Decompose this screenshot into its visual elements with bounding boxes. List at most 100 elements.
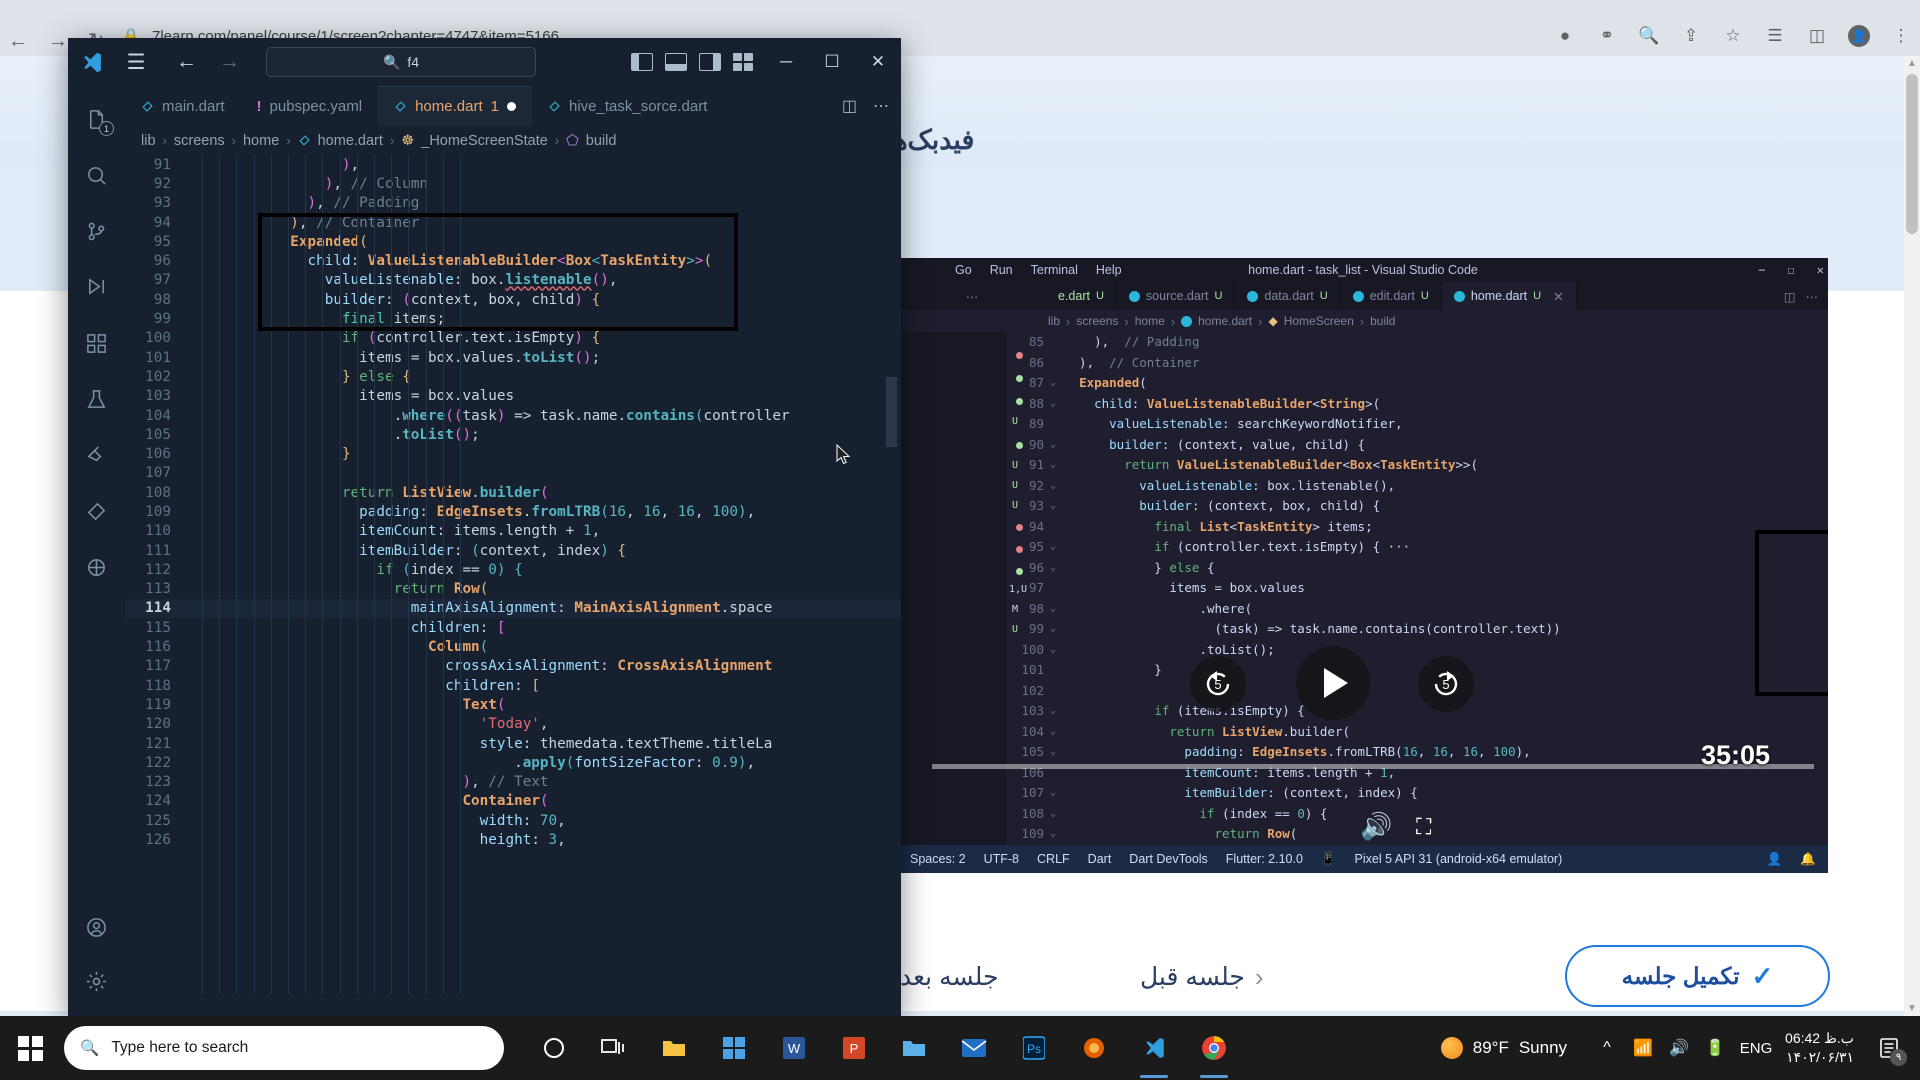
inner-code-line[interactable]: 101 }: [1006, 660, 1828, 681]
search-input[interactable]: 🔍 Type here to search: [64, 1026, 504, 1070]
fold-chevron-icon[interactable]: ⌄: [1050, 496, 1064, 517]
inner-status-encoding[interactable]: UTF-8: [984, 852, 1019, 866]
code-line[interactable]: 126 height: 3,: [125, 830, 901, 849]
inner-bc-0[interactable]: lib: [1048, 314, 1060, 328]
inner-code-line[interactable]: 105 ⌄ padding: EdgeInsets.fromLTRB(16, 16…: [1006, 742, 1828, 763]
back-arrow-icon[interactable]: ←: [8, 31, 28, 51]
inner-bc-2[interactable]: home: [1135, 314, 1165, 328]
inner-code-line[interactable]: 94 final List<TaskEntity> items;: [1006, 517, 1828, 538]
inner-code-line[interactable]: 92 ⌄ valueListenable: box.listenable(),: [1006, 476, 1828, 497]
code-line[interactable]: 110 itemCount: items.length + 1,: [125, 522, 901, 541]
show-hidden-icons-icon[interactable]: ^: [1589, 1016, 1625, 1080]
code-editor[interactable]: 91 ), 92 ), // Column 93 ), // Padding 94 )…: [125, 155, 901, 994]
code-line[interactable]: 103 items = box.values: [125, 387, 901, 406]
code-line[interactable]: 99 final items;: [125, 309, 901, 328]
code-line[interactable]: 108 return ListView.builder(: [125, 483, 901, 502]
code-line[interactable]: 117 crossAxisAlignment: CrossAxisAlignme…: [125, 657, 901, 676]
code-line[interactable]: 106 }: [125, 444, 901, 463]
tab-pubspec-yaml[interactable]: ! pubspec.yaml: [241, 86, 379, 126]
split-editor-icon[interactable]: ◫: [842, 96, 857, 116]
inner-menu-run[interactable]: Run: [981, 263, 1022, 277]
vscode-icon[interactable]: [1124, 1016, 1184, 1080]
inner-code-line[interactable]: 107 ⌄ itemBuilder: (context, index) {: [1006, 783, 1828, 804]
inner-status-spaces[interactable]: Spaces: 2: [910, 852, 966, 866]
code-line[interactable]: 123 ), // Text: [125, 773, 901, 792]
microsoft-store-icon[interactable]: [704, 1016, 764, 1080]
fold-chevron-icon[interactable]: ⌄: [1050, 722, 1064, 743]
folder-icon[interactable]: [884, 1016, 944, 1080]
fold-chevron-icon[interactable]: ⌄: [1050, 804, 1064, 825]
inner-more-actions-icon[interactable]: ⋯: [1806, 289, 1829, 304]
code-line[interactable]: 97 valueListenable: box.listenable(),: [125, 271, 901, 290]
inner-status-device[interactable]: Pixel 5 API 31 (android-x64 emulator): [1355, 852, 1563, 866]
inner-code-line[interactable]: 102: [1006, 681, 1828, 702]
prev-session-button[interactable]: جلسه قبل ›: [1140, 955, 1263, 999]
search-icon[interactable]: [68, 150, 125, 200]
code-line[interactable]: 114 mainAxisAlignment: MainAxisAlignment…: [125, 598, 901, 619]
toggle-panel-icon[interactable]: [665, 53, 687, 71]
toggle-secondary-sidebar-icon[interactable]: [699, 53, 721, 71]
code-line[interactable]: 121 style: themedata.textTheme.titleLa: [125, 734, 901, 753]
firefox-icon[interactable]: [1064, 1016, 1124, 1080]
inner-code-line[interactable]: 109 ⌄ return Row(: [1006, 824, 1828, 845]
inner-maximize-button[interactable]: ☐: [1788, 263, 1795, 277]
explorer-icon[interactable]: 1: [68, 94, 125, 144]
code-line[interactable]: 113 return Row(: [125, 580, 901, 599]
forward-arrow-icon[interactable]: →: [219, 50, 240, 74]
inner-code-line[interactable]: 89 valueListenable: searchKeywordNotifie…: [1006, 414, 1828, 435]
fold-chevron-icon[interactable]: ⌄: [1050, 824, 1064, 845]
reading-list-icon[interactable]: ☰: [1764, 25, 1786, 47]
forward-arrow-icon[interactable]: →: [48, 31, 68, 51]
inner-tab-home-dart[interactable]: home.dart U ✕: [1441, 282, 1577, 310]
inner-code-line[interactable]: 97 items = box.values: [1006, 578, 1828, 599]
inner-code-line[interactable]: 87 ⌄ Expanded(: [1006, 373, 1828, 394]
code-line[interactable]: 93 ), // Padding: [125, 194, 901, 213]
inner-tab-data-dart[interactable]: data.dart U: [1235, 282, 1341, 310]
editor-scrollbar[interactable]: [886, 377, 897, 447]
flutter-icon[interactable]: [68, 430, 125, 480]
breadcrumb-method[interactable]: build: [586, 133, 617, 149]
inner-code-line[interactable]: 86 ), // Container: [1006, 353, 1828, 374]
inner-tab-e-dart[interactable]: e.dart U: [1046, 282, 1117, 310]
inner-code-line[interactable]: 96 ⌄ } else {: [1006, 558, 1828, 579]
extensions-icon[interactable]: [68, 318, 125, 368]
scroll-down-arrow[interactable]: ▼: [1907, 1003, 1917, 1014]
clock[interactable]: 06:42 ب.ظ ۱۴۰۲/۰۶/۳۱: [1779, 1016, 1866, 1080]
fold-chevron-icon[interactable]: ⌄: [1050, 701, 1064, 722]
account-icon[interactable]: 👤: [1767, 852, 1783, 867]
inner-code-line[interactable]: 99 ⌄ (task) => task.name.contains(control…: [1006, 619, 1828, 640]
fold-chevron-icon[interactable]: ⌄: [1050, 619, 1064, 640]
code-line[interactable]: 119 Text(: [125, 695, 901, 714]
code-line[interactable]: 101 items = box.values.toList();: [125, 348, 901, 367]
chrome-icon[interactable]: [1184, 1016, 1244, 1080]
cortana-icon[interactable]: [524, 1016, 584, 1080]
language-indicator[interactable]: ENG: [1733, 1016, 1779, 1080]
inner-code-line[interactable]: 100 ⌄ .toList();: [1006, 640, 1828, 661]
inner-menu-terminal[interactable]: Terminal: [1022, 263, 1087, 277]
minimize-button[interactable]: ─: [763, 38, 809, 86]
file-explorer-icon[interactable]: [644, 1016, 704, 1080]
inner-tab-overflow-icon[interactable]: ⋯: [898, 289, 1046, 304]
code-line[interactable]: 95 Expanded(: [125, 232, 901, 251]
fold-chevron-icon[interactable]: ⌄: [1050, 742, 1064, 763]
share-icon[interactable]: ⇪: [1680, 25, 1702, 47]
powerpoint-icon[interactable]: P: [824, 1016, 884, 1080]
inner-code-line[interactable]: 98 ⌄ .where(: [1006, 599, 1828, 620]
inner-tab-source-dart[interactable]: source.dart U: [1117, 282, 1236, 310]
hamburger-menu-icon[interactable]: ☰: [114, 38, 158, 86]
code-line[interactable]: 92 ), // Column: [125, 174, 901, 193]
fold-chevron-icon[interactable]: ⌄: [1050, 373, 1064, 394]
inner-menu-help[interactable]: Help: [1087, 263, 1131, 277]
run-and-debug-icon[interactable]: [68, 262, 125, 312]
inner-close-button[interactable]: ✕: [1817, 263, 1824, 277]
inner-code-line[interactable]: 104 ⌄ return ListView.builder(: [1006, 722, 1828, 743]
weather-widget[interactable]: 89°F Sunny: [1440, 1037, 1589, 1059]
network-icon[interactable]: 📶: [1625, 1016, 1661, 1080]
fold-chevron-icon[interactable]: ⌄: [1050, 394, 1064, 415]
search-input[interactable]: 🔍 f4: [266, 47, 536, 77]
code-line[interactable]: 112 if (index == 0) {: [125, 560, 901, 579]
close-button[interactable]: ✕: [855, 38, 901, 86]
fold-chevron-icon[interactable]: ⌄: [1050, 537, 1064, 558]
battery-icon[interactable]: 🔋: [1697, 1016, 1733, 1080]
code-line[interactable]: 102 } else {: [125, 367, 901, 386]
